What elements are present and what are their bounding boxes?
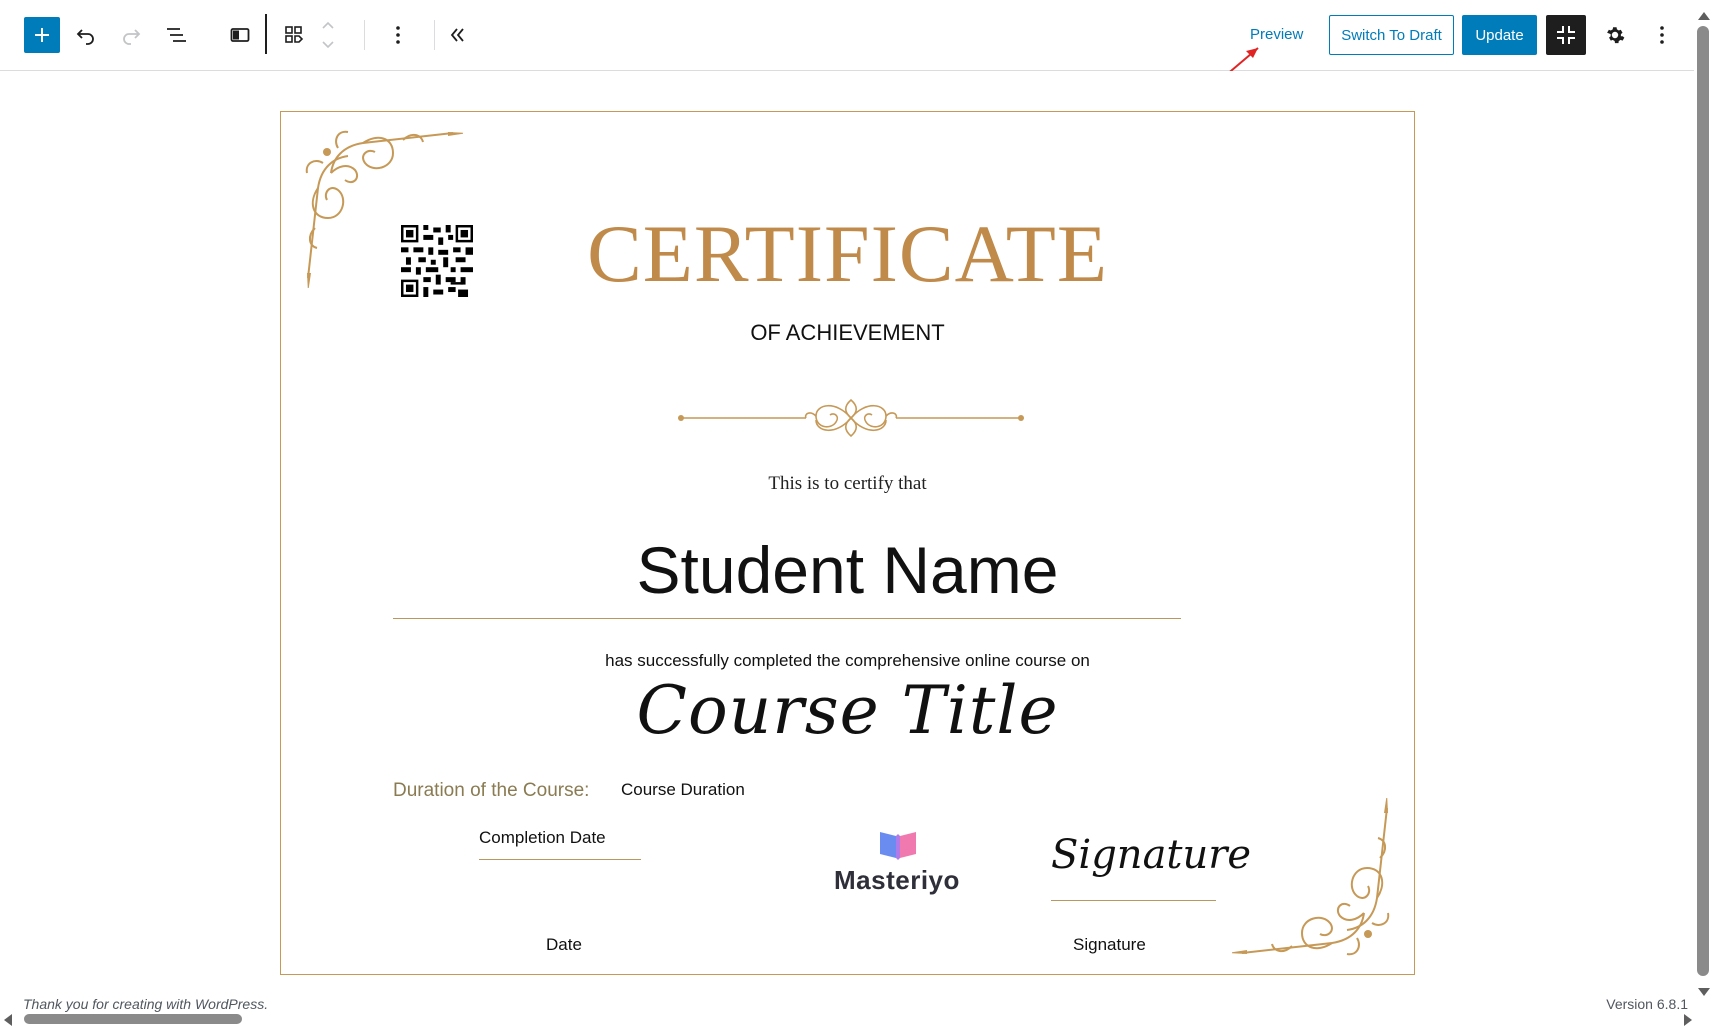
date-label: Date: [546, 935, 582, 954]
block-toggle-button[interactable]: [222, 17, 258, 53]
scroll-right-icon[interactable]: [1684, 1014, 1692, 1026]
certify-text: This is to certify that: [768, 473, 927, 494]
scroll-down-icon[interactable]: [1698, 988, 1710, 996]
move-block-button[interactable]: [316, 17, 340, 53]
collapse-toolbar-button[interactable]: [439, 17, 475, 53]
redo-button[interactable]: [113, 17, 149, 53]
settings-button[interactable]: [1597, 17, 1633, 53]
redo-icon: [123, 29, 141, 45]
scroll-up-icon[interactable]: [1698, 12, 1710, 20]
scrollbar-thumb[interactable]: [1697, 26, 1709, 976]
completed-text: has successfully completed the comprehen…: [605, 651, 1090, 670]
name-underline: [393, 618, 1181, 619]
course-title: Course Title: [636, 672, 1059, 749]
group-icon: [285, 26, 304, 43]
signature-image: Signature: [1051, 832, 1252, 878]
certificate-title: CERTIFICATE: [587, 208, 1108, 299]
corner-ornament-icon: [1232, 798, 1390, 956]
vertical-scrollbar[interactable]: [1694, 12, 1714, 996]
completion-date-underline: [479, 859, 641, 860]
exit-fullscreen-icon: [1557, 26, 1575, 44]
duration-value: Course Duration: [621, 780, 745, 799]
collapse-icon: [450, 28, 464, 42]
completion-date: Completion Date: [479, 828, 606, 847]
plus-icon: [35, 28, 49, 42]
move-arrows-icon: [322, 21, 334, 49]
student-name: Student Name: [636, 533, 1059, 607]
options-icon: [1660, 26, 1664, 44]
switch-to-draft-button[interactable]: Switch To Draft: [1329, 15, 1454, 55]
certificate[interactable]: CERTIFICATE OF ACHIEVEMENT This is to ce…: [280, 111, 1415, 975]
scrollbar-thumb[interactable]: [24, 1014, 242, 1024]
more-vertical-icon: [396, 26, 400, 44]
masteriyo-logo-text: Masteriyo: [834, 865, 960, 895]
exit-fullscreen-button[interactable]: [1546, 15, 1586, 55]
editor-toolbar: Preview Switch To Draft Update: [0, 0, 1714, 71]
divider-ornament-icon: [678, 398, 1024, 438]
masteriyo-logo-icon: [880, 832, 916, 860]
group-block-button[interactable]: [276, 17, 312, 53]
list-view-icon: [167, 28, 186, 42]
block-toggle-icon: [230, 28, 250, 42]
options-button[interactable]: [1644, 17, 1680, 53]
signature-label: Signature: [1073, 935, 1146, 954]
undo-icon: [76, 29, 94, 45]
toolbar-divider: [265, 14, 267, 54]
add-block-button[interactable]: [24, 17, 60, 53]
toolbar-separator: [434, 20, 435, 50]
signature-underline: [1051, 900, 1216, 901]
toolbar-separator: [364, 20, 365, 50]
horizontal-scrollbar[interactable]: [0, 1008, 1694, 1028]
duration-label: Duration of the Course:: [393, 780, 590, 801]
scroll-left-icon[interactable]: [4, 1014, 12, 1026]
certificate-subtitle: OF ACHIEVEMENT: [750, 320, 945, 345]
undo-button[interactable]: [68, 17, 104, 53]
block-options-button[interactable]: [380, 17, 416, 53]
gear-icon: [1607, 27, 1625, 44]
update-button[interactable]: Update: [1462, 15, 1537, 55]
list-view-button[interactable]: [158, 17, 194, 53]
